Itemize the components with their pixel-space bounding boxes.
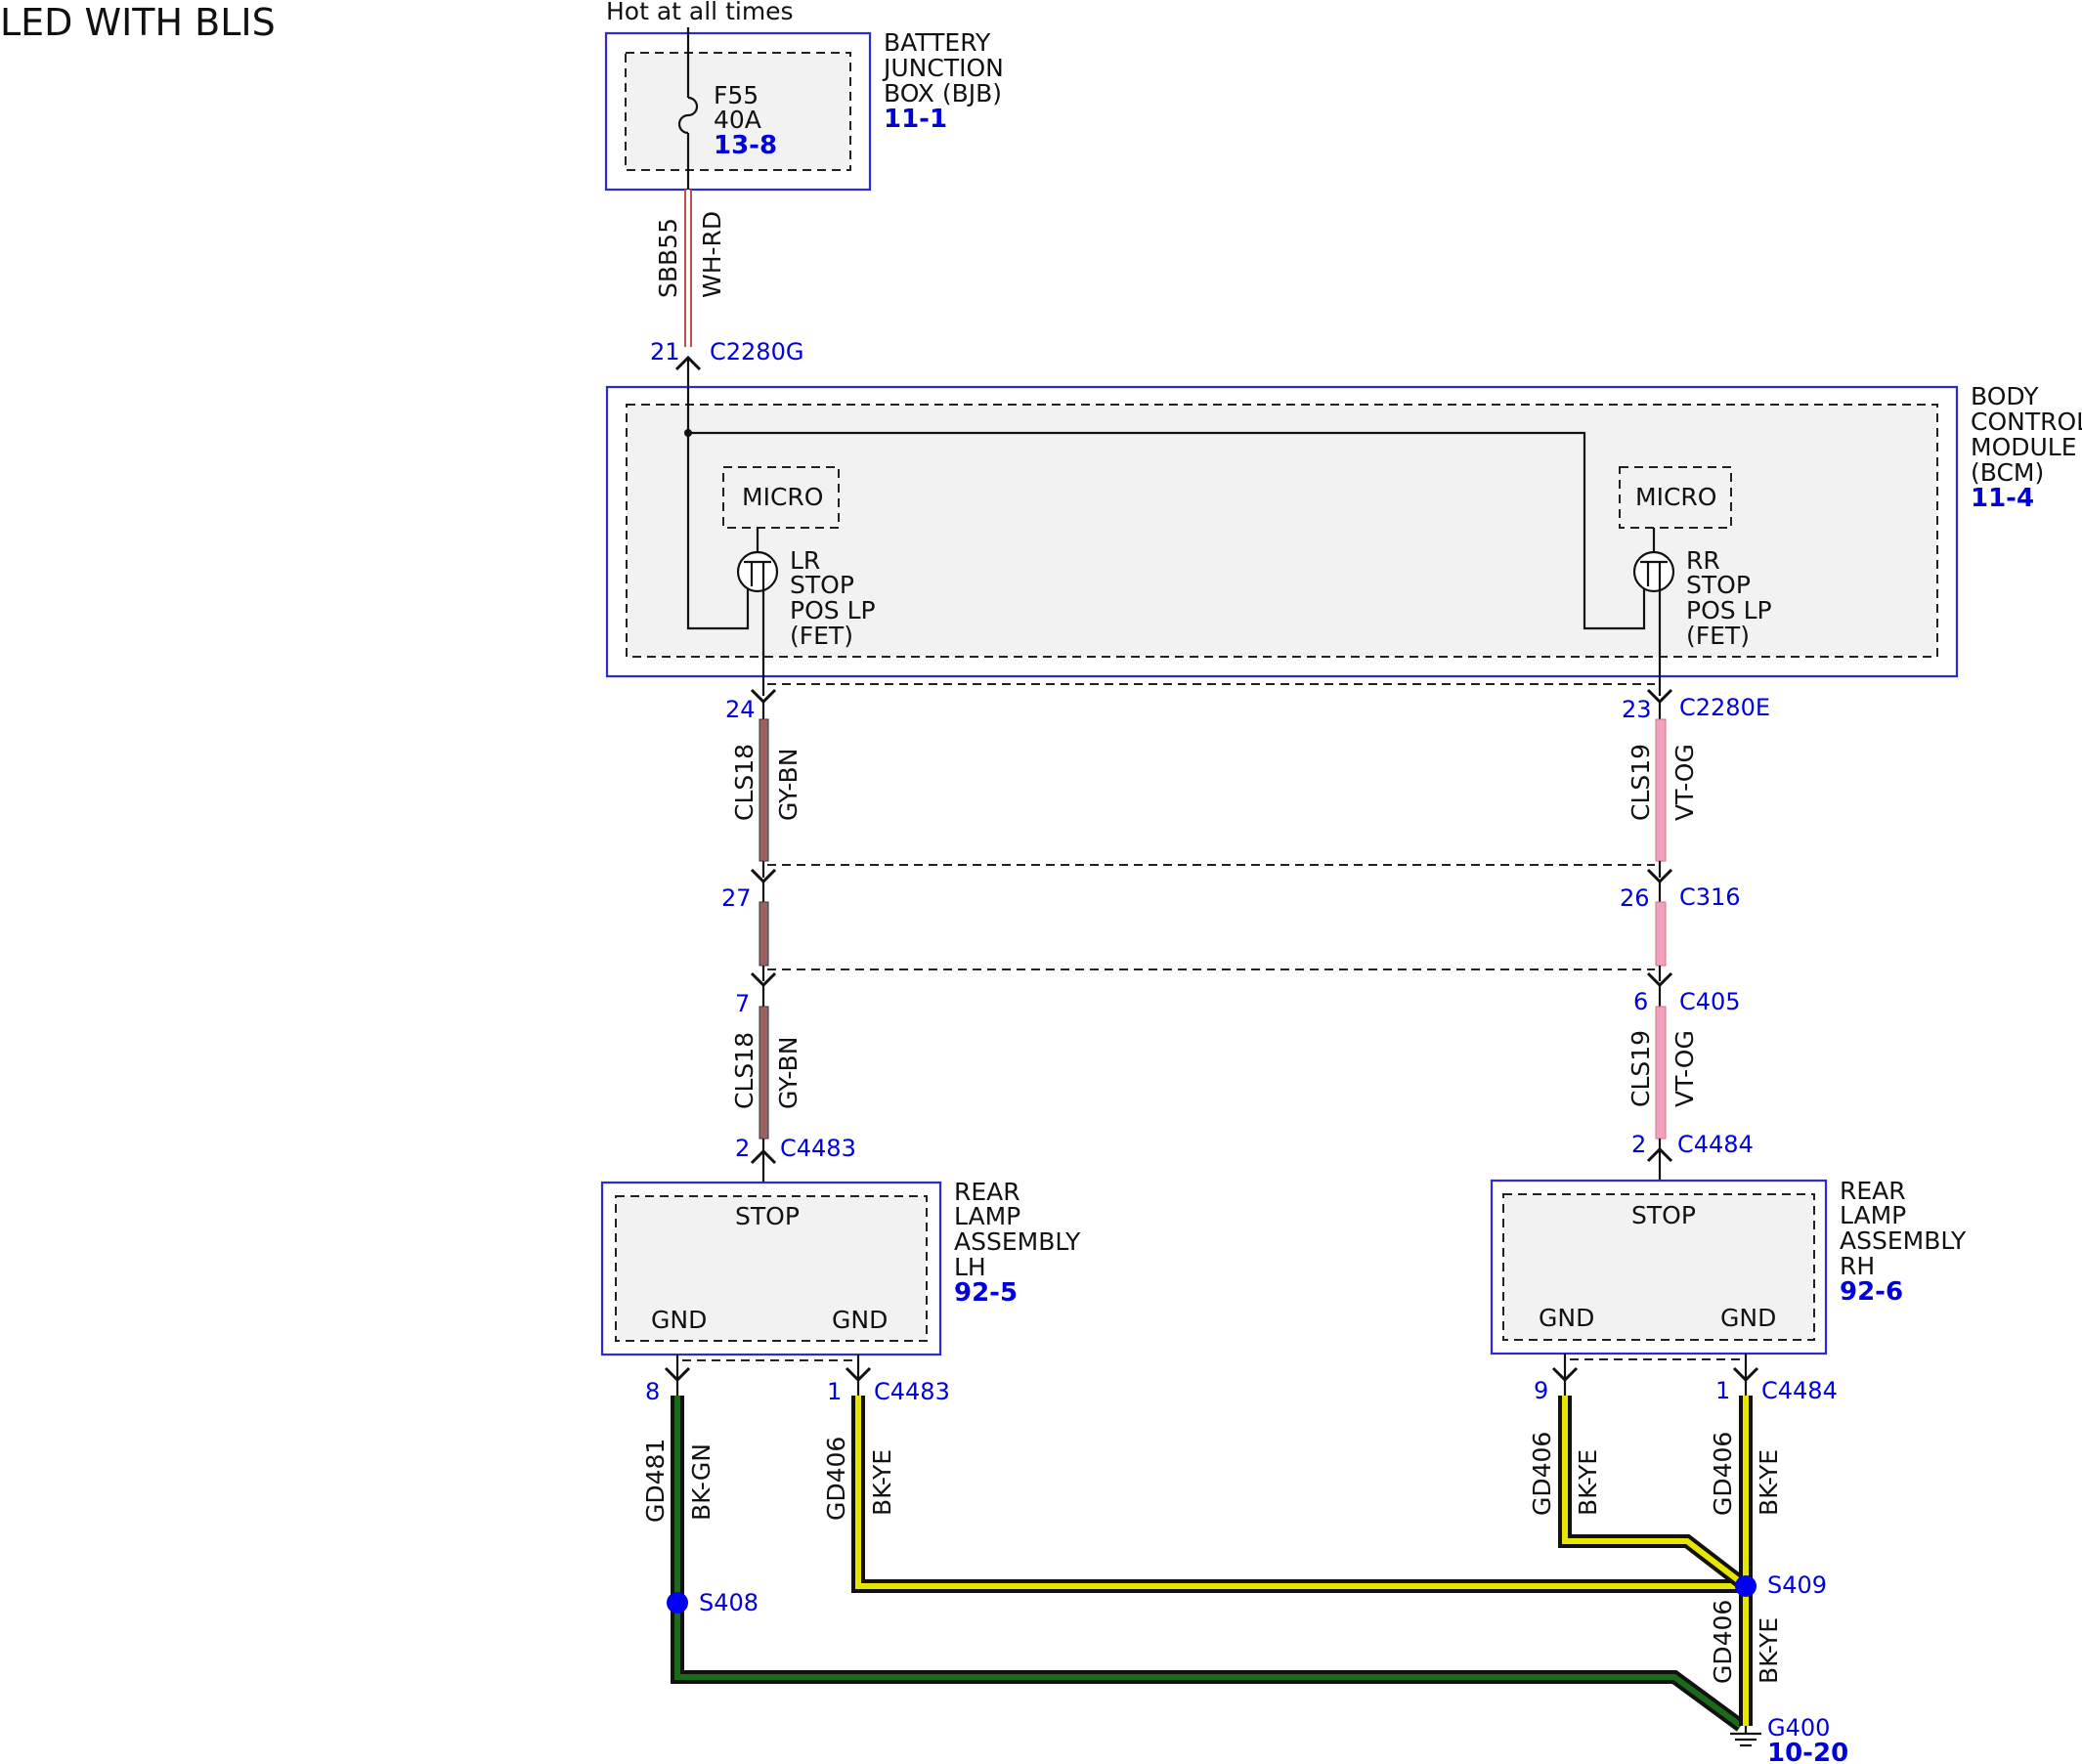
bcm-label: BODY CONTROL MODULE (BCM) 11-4	[1971, 382, 2082, 513]
cls18-lower-color: GY-BN	[774, 1037, 802, 1109]
sbb55-color: WH-RD	[698, 211, 726, 298]
lh-gnd-label-1: GND	[651, 1306, 707, 1334]
gd481-circuit: GD481	[641, 1439, 670, 1523]
splice-s409-icon	[1735, 1575, 1757, 1597]
gd406-lh-circuit: GD406	[822, 1437, 850, 1521]
c405-left-pin: 7	[735, 990, 750, 1017]
svg-text:ASSEMBLY: ASSEMBLY	[1840, 1226, 1967, 1255]
cls18-upper-color: GY-BN	[774, 749, 802, 821]
c316-right-pin: 26	[1620, 884, 1650, 912]
svg-text:(BCM): (BCM)	[1971, 458, 2044, 487]
c4483-gnd8-pin: 8	[645, 1378, 660, 1405]
svg-text:LH: LH	[954, 1253, 986, 1281]
c316-left-pin: 27	[721, 884, 752, 912]
gd406-rh9-color: BK-YE	[1574, 1449, 1602, 1516]
wire-gd406-lh	[851, 1396, 1746, 1593]
rh-gnd-label-1: GND	[1539, 1304, 1594, 1332]
ground-g400-ref-link[interactable]: 10-20	[1767, 1739, 1848, 1764]
c2280e-name: C2280E	[1679, 694, 1770, 721]
c316-name: C316	[1679, 883, 1741, 911]
svg-text:STOP: STOP	[790, 571, 854, 599]
wire-cls19-upper	[1655, 718, 1667, 862]
cls19-lower-color: VT-OG	[1670, 1030, 1699, 1107]
gd406-rh9-circuit: GD406	[1528, 1432, 1556, 1516]
fuse-rating: 40A	[714, 106, 761, 134]
svg-text:BOX (BJB): BOX (BJB)	[884, 79, 1002, 108]
cls19-lower-circuit: CLS19	[1627, 1030, 1655, 1107]
c4484-gnd9-pin: 9	[1534, 1377, 1548, 1404]
lh-stop-label: STOP	[735, 1202, 800, 1230]
gd406-g400-circuit: GD406	[1709, 1600, 1737, 1684]
wiring-diagram: LED WITH BLIS Hot at all times F55 40A 1…	[0, 0, 2082, 1764]
splice-s408-icon	[667, 1592, 688, 1613]
c2280e-right-pin: 23	[1622, 696, 1652, 723]
svg-text:LAMP: LAMP	[954, 1202, 1020, 1230]
micro-label-rr: MICRO	[1635, 483, 1716, 511]
c2280g-pin: 21	[650, 338, 680, 366]
lamp-lh-ref-link[interactable]: 92-5	[954, 1278, 1018, 1308]
cls18-upper-circuit: CLS18	[730, 744, 759, 821]
bjb-ref-link[interactable]: 11-1	[884, 105, 947, 134]
fuse-ref-link[interactable]: 13-8	[714, 131, 777, 160]
gd406-rh1-color: BK-YE	[1755, 1449, 1783, 1516]
svg-text:POS LP: POS LP	[790, 596, 876, 624]
svg-text:POS LP: POS LP	[1686, 596, 1772, 624]
diagram-title: LED WITH BLIS	[0, 1, 276, 44]
svg-text:LAMP: LAMP	[1840, 1201, 1906, 1229]
cls18-lower-circuit: CLS18	[730, 1032, 759, 1109]
cls19-upper-circuit: CLS19	[1627, 744, 1655, 821]
gd406-g400-color: BK-YE	[1755, 1617, 1783, 1684]
gd481-color: BK-GN	[687, 1443, 716, 1521]
micro-label-lr: MICRO	[742, 483, 823, 511]
lamp-rh-ref-link[interactable]: 92-6	[1840, 1277, 1903, 1307]
c4484-gnd1-pin: 1	[1715, 1377, 1730, 1404]
rear-lamp-lh-label: REAR LAMP ASSEMBLY LH 92-5	[954, 1178, 1081, 1308]
cls19-upper-color: VT-OG	[1670, 744, 1699, 821]
c4483-gnd1-pin: 1	[827, 1378, 842, 1405]
bcm-ref-link[interactable]: 11-4	[1971, 484, 2034, 513]
hot-at-all-times-label: Hot at all times	[606, 0, 794, 25]
ground-g400-label: G400	[1767, 1714, 1830, 1742]
svg-text:JUNCTION: JUNCTION	[882, 54, 1004, 82]
svg-text:RH: RH	[1840, 1252, 1875, 1280]
rh-stop-label: STOP	[1631, 1201, 1696, 1229]
c4483-stop-pin: 2	[735, 1135, 750, 1162]
svg-text:CONTROL: CONTROL	[1971, 408, 2082, 436]
svg-text:(FET): (FET)	[1686, 622, 1750, 650]
c4484-stop-pin: 2	[1631, 1131, 1646, 1158]
c2280e-left-pin: 24	[725, 696, 756, 723]
svg-text:BATTERY: BATTERY	[884, 28, 991, 57]
svg-text:MODULE: MODULE	[1971, 433, 2077, 461]
lh-gnd-label-2: GND	[832, 1306, 888, 1334]
bjb-label: BATTERY JUNCTION BOX (BJB) 11-1	[882, 28, 1004, 134]
splice-s409-label: S409	[1767, 1571, 1827, 1599]
svg-text:STOP: STOP	[1686, 571, 1751, 599]
gd406-rh1-circuit: GD406	[1709, 1432, 1737, 1516]
wire-sbb55	[684, 190, 692, 347]
wire-cls19-lower	[1655, 1006, 1667, 1140]
gd406-lh-color: BK-YE	[868, 1449, 896, 1516]
c4483-gnd-name: C4483	[874, 1378, 950, 1405]
c2280g-name: C2280G	[710, 338, 803, 366]
splice-s408-label: S408	[699, 1589, 759, 1616]
c4484-stop-name: C4484	[1677, 1131, 1754, 1158]
c4484-gnd-name: C4484	[1761, 1377, 1838, 1404]
svg-text:ASSEMBLY: ASSEMBLY	[954, 1227, 1081, 1256]
wire-cls19-middle	[1655, 901, 1667, 967]
rh-gnd-label-2: GND	[1720, 1304, 1776, 1332]
sbb55-circuit: SBB55	[654, 218, 682, 298]
c405-name: C405	[1679, 988, 1741, 1015]
c405-right-pin: 6	[1633, 988, 1648, 1015]
rear-lamp-rh-label: REAR LAMP ASSEMBLY RH 92-6	[1840, 1177, 1967, 1307]
svg-text:BODY: BODY	[1971, 382, 2039, 410]
c4483-stop-name: C4483	[780, 1135, 856, 1162]
svg-text:(FET): (FET)	[790, 622, 853, 650]
